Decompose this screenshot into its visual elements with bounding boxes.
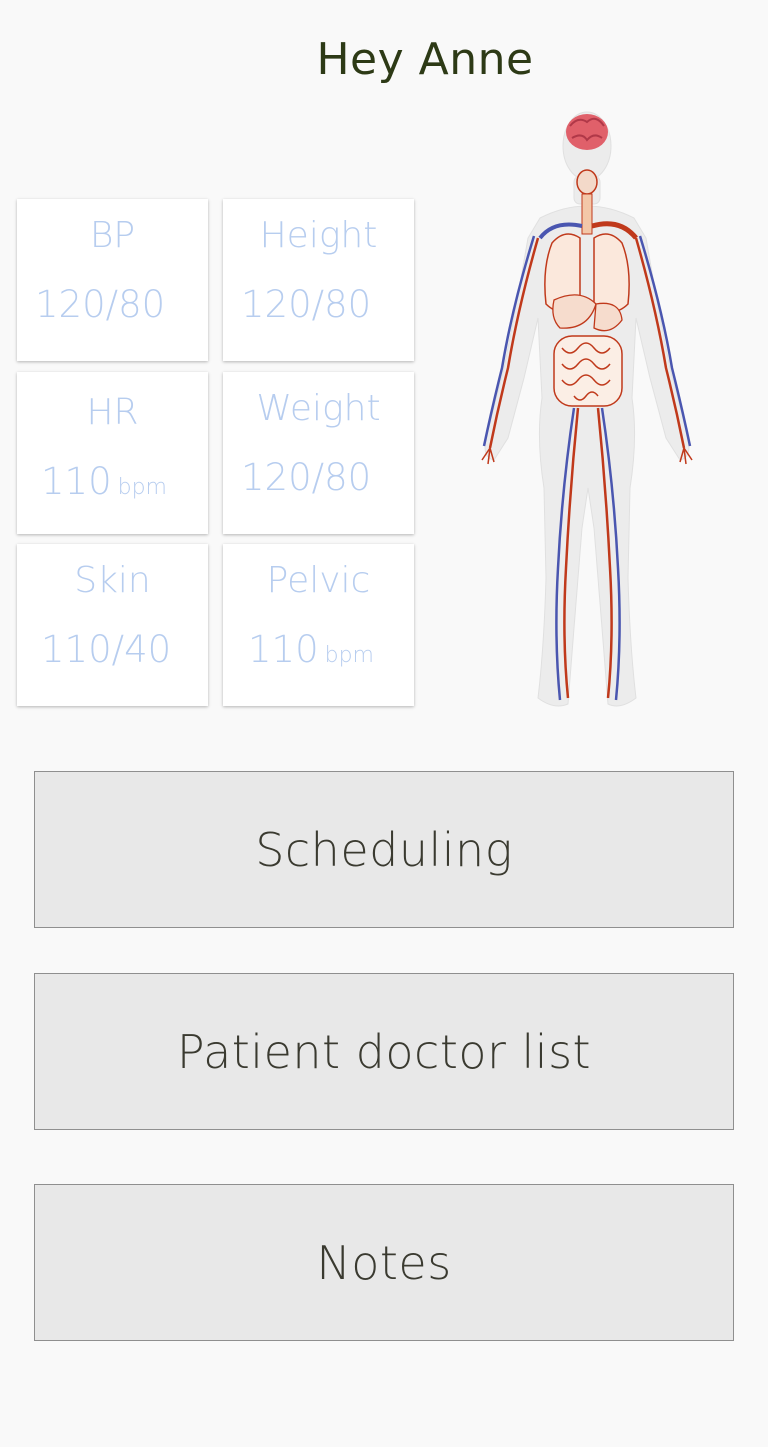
- vital-label: Height: [259, 215, 378, 256]
- vital-unit: bpm: [324, 643, 374, 668]
- notes-button[interactable]: Notes: [34, 1184, 734, 1341]
- vital-card-pelvic[interactable]: Pelvic 110 bpm: [223, 544, 414, 706]
- vital-label: Pelvic: [266, 560, 371, 601]
- greeting-title: Hey Anne: [316, 34, 534, 85]
- patient-doctor-list-button[interactable]: Patient doctor list: [34, 973, 734, 1130]
- vital-value: 120/80: [241, 283, 372, 326]
- vital-value: 110/40: [41, 628, 172, 671]
- vital-unit: bpm: [117, 475, 167, 500]
- scheduling-button[interactable]: Scheduling: [34, 771, 734, 928]
- vital-label: Weight: [256, 388, 381, 429]
- vital-card-height[interactable]: Height 120/80: [223, 199, 414, 361]
- vital-card-bp[interactable]: BP 120/80: [17, 199, 208, 361]
- vital-label: BP: [89, 215, 136, 256]
- vital-value: 120/80: [241, 456, 372, 499]
- human-circulatory-system-illustration: [481, 111, 693, 707]
- vital-label: Skin: [74, 560, 151, 601]
- vital-label: HR: [86, 392, 139, 433]
- vital-value: 120/80: [35, 283, 166, 326]
- vital-card-weight[interactable]: Weight 120/80: [223, 372, 414, 534]
- brain-icon: [566, 114, 608, 150]
- vital-card-hr[interactable]: HR 110 bpm: [17, 372, 208, 534]
- vital-card-skin[interactable]: Skin 110/40: [17, 544, 208, 706]
- vital-value: 110 bpm: [41, 460, 167, 503]
- vital-value: 110 bpm: [248, 628, 374, 671]
